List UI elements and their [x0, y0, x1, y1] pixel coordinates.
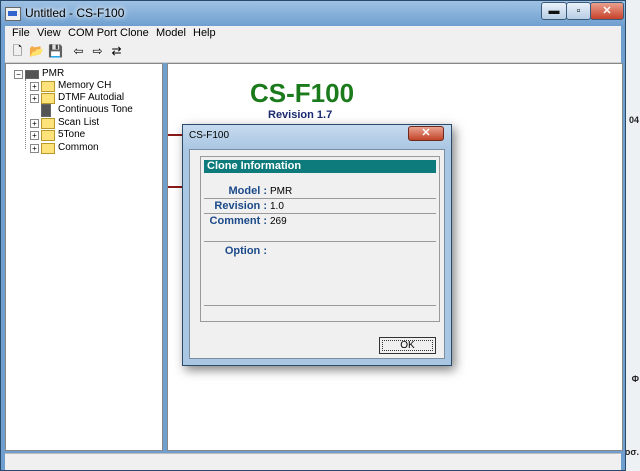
edge-text-3: οσ.	[624, 447, 639, 457]
write-radio-icon[interactable]: ⇨	[90, 44, 105, 59]
clone-radio-icon[interactable]: ⇄	[109, 44, 124, 59]
menu-view[interactable]: View	[37, 27, 61, 39]
title-bar[interactable]: Untitled - CS-F100 ▬ ▫ ✕	[1, 1, 625, 25]
expand-icon[interactable]: +	[30, 94, 39, 103]
dialog-close-button[interactable]: ✕	[408, 126, 444, 141]
divider	[204, 305, 436, 306]
window-title: Untitled - CS-F100	[25, 6, 125, 20]
app-icon[interactable]	[5, 7, 21, 21]
read-radio-icon[interactable]: ⇦	[71, 44, 86, 59]
menu-file[interactable]: File	[12, 27, 30, 39]
document-icon	[41, 104, 51, 117]
ok-button[interactable]: OK	[379, 337, 436, 354]
menu-com-port[interactable]: COM Port	[68, 27, 117, 39]
revision-value: 1.0	[270, 201, 284, 212]
status-bar	[5, 453, 621, 470]
group-header: Clone Information	[204, 160, 436, 173]
folder-icon	[41, 81, 55, 92]
edge-text-1: 04	[628, 115, 639, 125]
revision-text: Revision 1.7	[268, 109, 333, 121]
close-button[interactable]: ✕	[590, 2, 624, 20]
edge-text-2: Φ	[631, 374, 639, 384]
collapse-icon[interactable]: −	[14, 70, 23, 79]
menu-bar: File View COM Port Clone Model Help	[5, 26, 621, 42]
model-label: Model :	[228, 185, 268, 197]
tree-item-label: Scan List	[58, 117, 100, 128]
tree-view[interactable]: − PMR + Memory CH + DTMF Autodial Contin…	[5, 63, 163, 451]
menu-help[interactable]: Help	[193, 27, 216, 39]
tree-root-label: PMR	[42, 68, 65, 79]
save-icon[interactable]: 💾	[48, 44, 63, 59]
menu-model[interactable]: Model	[156, 27, 186, 39]
divider	[204, 213, 436, 214]
dialog-body: Clone Information Model : PMR Revision :…	[189, 149, 445, 359]
clone-info-dialog: CS-F100 ✕ Clone Information Model : PMR …	[182, 124, 452, 366]
folder-icon	[41, 93, 55, 104]
comment-label: Comment :	[209, 215, 267, 227]
expand-icon[interactable]: +	[30, 131, 39, 140]
tree-item-label: DTMF Autodial	[58, 92, 125, 103]
maximize-button[interactable]: ▫	[566, 2, 591, 20]
tree-item-label: Common	[58, 142, 99, 153]
minimize-button[interactable]: ▬	[541, 2, 567, 20]
tree-item-label: Continuous Tone	[58, 104, 133, 115]
radio-icon	[25, 70, 39, 79]
expand-icon[interactable]: +	[30, 82, 39, 91]
brand-title: CS-F100	[250, 78, 355, 108]
clone-info-group: Clone Information Model : PMR Revision :…	[200, 156, 440, 322]
tree-lines	[25, 79, 26, 149]
folder-icon	[41, 130, 55, 141]
divider	[204, 198, 436, 199]
dialog-title: CS-F100	[189, 130, 230, 141]
new-icon[interactable]: 🗋	[10, 44, 25, 59]
divider	[204, 241, 436, 242]
menu-clone[interactable]: Clone	[120, 27, 149, 39]
tree-item-label: 5Tone	[58, 129, 86, 140]
option-label: Option :	[224, 245, 267, 257]
toolbar: 🗋 📂 💾 ⇦ ⇨ ⇄	[5, 42, 621, 63]
tree-item-label: Memory CH	[58, 80, 112, 91]
expand-icon[interactable]: +	[30, 119, 39, 128]
expand-icon[interactable]: +	[30, 144, 39, 153]
folder-icon	[41, 118, 55, 129]
open-icon[interactable]: 📂	[29, 44, 44, 59]
folder-icon	[41, 143, 55, 154]
model-value: PMR	[270, 186, 293, 197]
revision-label: Revision :	[214, 200, 267, 212]
comment-value: 269	[270, 216, 287, 227]
